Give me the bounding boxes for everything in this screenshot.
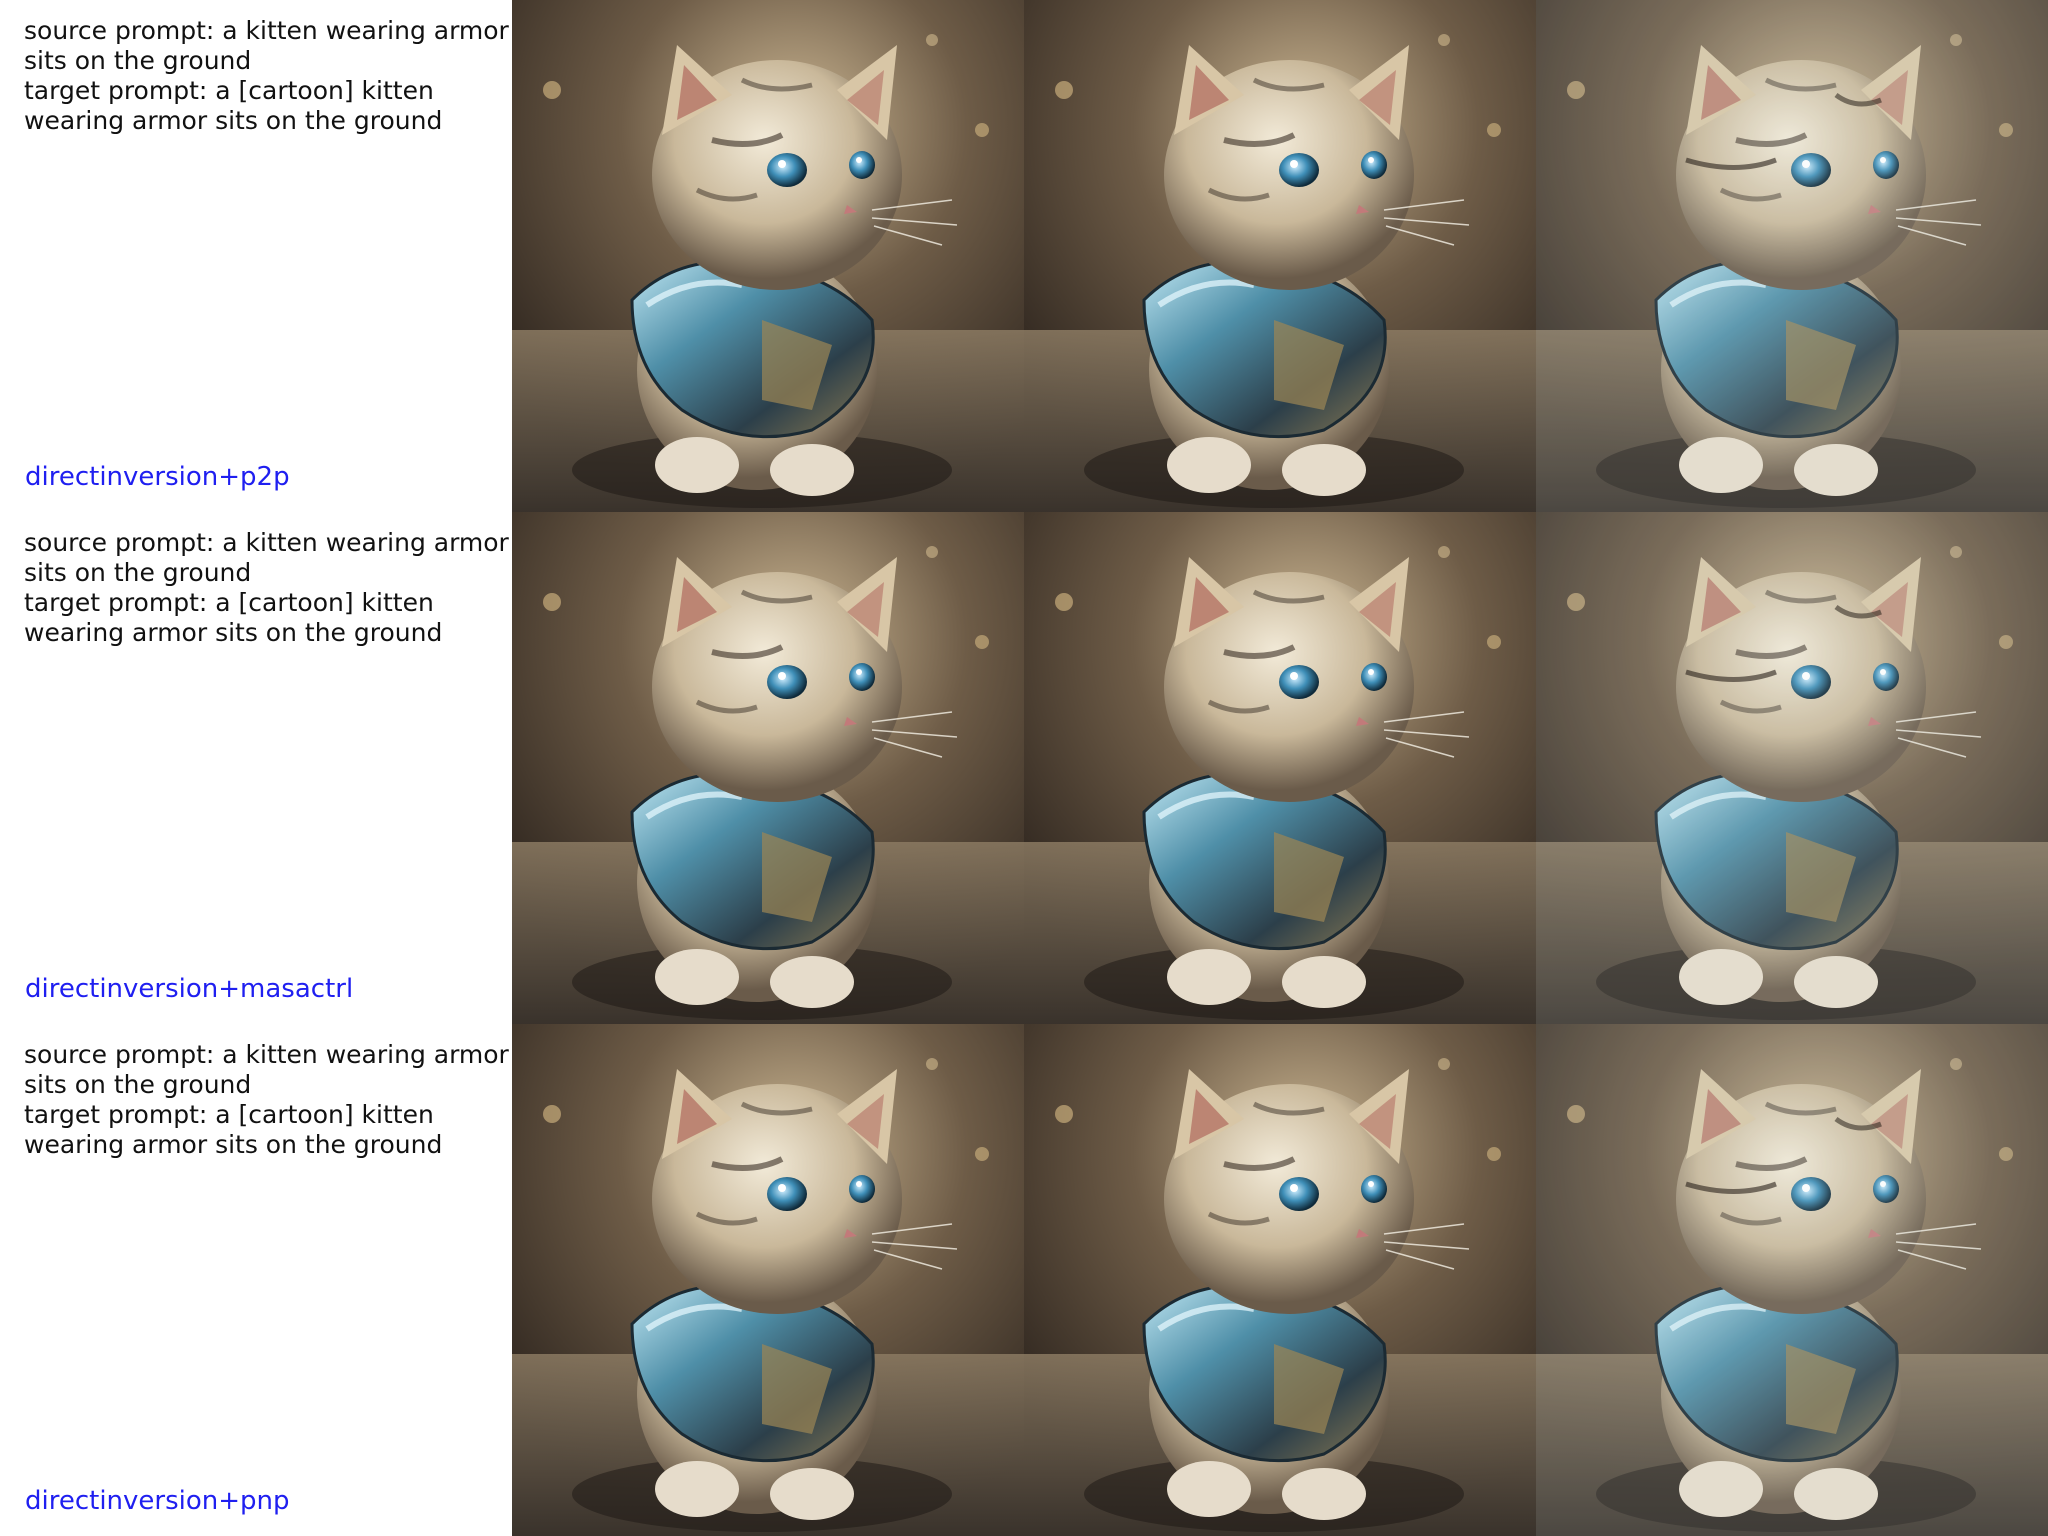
kitten-armor-photo <box>1024 512 1536 1024</box>
method-label: directinversion+pnp <box>25 1486 290 1516</box>
kitten-armor-photo-edited <box>1536 0 2048 512</box>
prompt-text: source prompt: a kitten wearing armor si… <box>24 16 514 136</box>
source-prompt: source prompt: a kitten wearing armor si… <box>24 528 509 587</box>
caption-cell: source prompt: a kitten wearing armor si… <box>0 1024 512 1536</box>
source-prompt: source prompt: a kitten wearing armor si… <box>24 1040 509 1099</box>
kitten-armor-photo <box>512 512 1024 1024</box>
comparison-row: source prompt: a kitten wearing armor si… <box>0 512 2048 1024</box>
source-prompt: source prompt: a kitten wearing armor si… <box>24 16 509 75</box>
method-label: directinversion+masactrl <box>25 974 354 1004</box>
target-prompt: target prompt: a [cartoon] kitten wearin… <box>24 588 443 647</box>
kitten-armor-photo <box>1024 1024 1536 1536</box>
kitten-armor-photo <box>512 0 1024 512</box>
target-prompt: target prompt: a [cartoon] kitten wearin… <box>24 1100 443 1159</box>
prompt-text: source prompt: a kitten wearing armor si… <box>24 528 514 648</box>
comparison-row: source prompt: a kitten wearing armor si… <box>0 0 2048 512</box>
prompt-text: source prompt: a kitten wearing armor si… <box>24 1040 514 1160</box>
kitten-armor-photo-edited <box>1536 512 2048 1024</box>
caption-cell: source prompt: a kitten wearing armor si… <box>0 512 512 1024</box>
comparison-grid: source prompt: a kitten wearing armor si… <box>0 0 2048 1536</box>
kitten-armor-photo-edited <box>1536 1024 2048 1536</box>
kitten-armor-photo <box>1024 0 1536 512</box>
comparison-row: source prompt: a kitten wearing armor si… <box>0 1024 2048 1536</box>
target-prompt: target prompt: a [cartoon] kitten wearin… <box>24 76 443 135</box>
caption-cell: source prompt: a kitten wearing armor si… <box>0 0 512 512</box>
method-label: directinversion+p2p <box>25 462 290 492</box>
kitten-armor-photo <box>512 1024 1024 1536</box>
